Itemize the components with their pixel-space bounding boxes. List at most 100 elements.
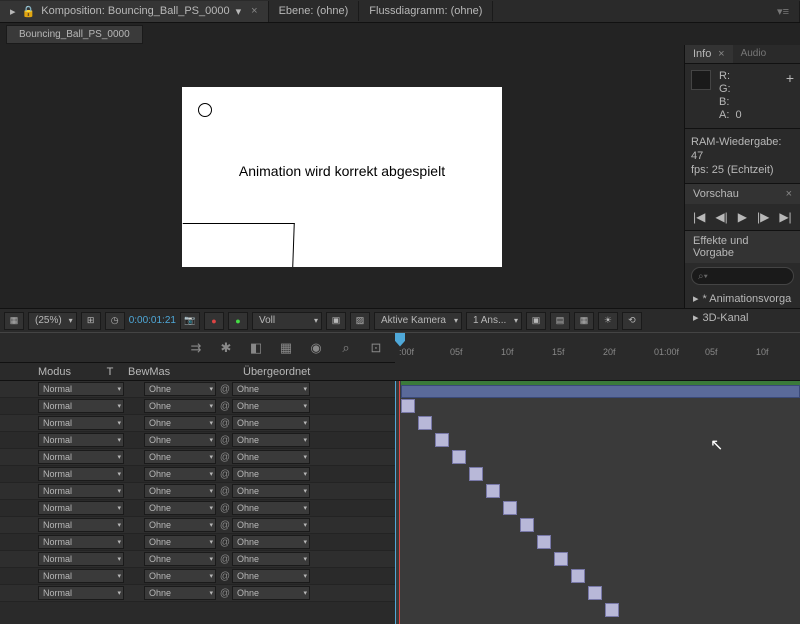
layer-bar[interactable] xyxy=(554,552,568,566)
mode-dropdown[interactable]: Normal xyxy=(38,535,124,549)
layer-row[interactable]: Normal Ohne@Ohne xyxy=(0,449,395,466)
timecode-display[interactable]: 0:00:01:21 xyxy=(129,315,176,326)
composition-viewer[interactable]: Animation wird korrekt abgespielt xyxy=(0,45,684,308)
parent-dropdown[interactable]: Ohne xyxy=(232,382,310,396)
parent-dropdown[interactable]: Ohne xyxy=(232,450,310,464)
parent-dropdown[interactable]: Ohne xyxy=(232,433,310,447)
pickwhip-icon[interactable]: @ xyxy=(218,384,232,395)
shy-icon[interactable]: ◧ xyxy=(245,338,267,358)
pickwhip-icon[interactable]: @ xyxy=(218,418,232,429)
parent-dropdown[interactable]: Ohne xyxy=(232,501,310,515)
mode-dropdown[interactable]: Normal xyxy=(38,450,124,464)
pickwhip-icon[interactable]: @ xyxy=(218,469,232,480)
trackmatte-dropdown[interactable]: Ohne xyxy=(144,450,216,464)
last-frame-icon[interactable]: ▶| xyxy=(779,210,791,224)
layer-bar[interactable] xyxy=(452,450,466,464)
channel-icon[interactable]: ● xyxy=(204,312,224,330)
layer-bar[interactable] xyxy=(469,467,483,481)
effects-search[interactable]: ⌕▾ xyxy=(691,267,794,285)
layer-bar[interactable] xyxy=(605,603,619,617)
mode-dropdown[interactable]: Normal xyxy=(38,416,124,430)
parent-dropdown[interactable]: Ohne xyxy=(232,484,310,498)
layer-row[interactable]: NormalOhne@Ohne xyxy=(0,483,395,500)
trackmatte-dropdown[interactable]: Ohne xyxy=(144,382,216,396)
panel-menu-icon[interactable]: ▾≡ xyxy=(767,1,800,22)
switch-icon[interactable]: ⊡ xyxy=(365,338,387,358)
fx-icon[interactable]: ◉ xyxy=(305,338,327,358)
trackmatte-dropdown[interactable]: Ohne xyxy=(144,518,216,532)
views-dropdown[interactable]: 1 Ans... xyxy=(466,312,522,330)
transparency-icon[interactable]: ▨ xyxy=(350,312,370,330)
file-tab[interactable]: Bouncing_Ball_PS_0000 xyxy=(6,25,143,44)
tab-info[interactable]: Info × xyxy=(685,45,733,63)
toggle-icon[interactable]: ▦ xyxy=(574,312,594,330)
layer-bar[interactable] xyxy=(503,501,517,515)
trackmatte-dropdown[interactable]: Ohne xyxy=(144,552,216,566)
camera-dropdown[interactable]: Aktive Kamera xyxy=(374,312,462,330)
layer-row[interactable]: Normal Ohne@Ohne xyxy=(0,432,395,449)
search-icon[interactable]: ⌕ xyxy=(335,338,357,358)
pickwhip-icon[interactable]: @ xyxy=(218,503,232,514)
pickwhip-icon[interactable]: @ xyxy=(218,554,232,565)
parent-dropdown[interactable]: Ohne xyxy=(232,399,310,413)
pickwhip-icon[interactable]: @ xyxy=(218,435,232,446)
parent-dropdown[interactable]: Ohne xyxy=(232,552,310,566)
pickwhip-icon[interactable]: @ xyxy=(218,452,232,463)
mode-dropdown[interactable]: Normal xyxy=(38,467,124,481)
dropdown-icon[interactable]: ▾ xyxy=(236,5,242,18)
layer-bar[interactable] xyxy=(537,535,551,549)
layer-bar[interactable] xyxy=(486,484,500,498)
mode-dropdown[interactable]: Normal xyxy=(38,569,124,583)
region-icon[interactable]: ▣ xyxy=(326,312,346,330)
graph-icon[interactable]: ⇉ xyxy=(185,338,207,358)
layer-row[interactable]: Normal Ohne@Ohne xyxy=(0,381,395,398)
layer-bar[interactable] xyxy=(418,416,432,430)
trackmatte-dropdown[interactable]: Ohne xyxy=(144,501,216,515)
parent-dropdown[interactable]: Ohne xyxy=(232,416,310,430)
layer-row[interactable]: NormalOhne@Ohne xyxy=(0,517,395,534)
exposure-icon[interactable]: ☀ xyxy=(598,312,618,330)
trackmatte-dropdown[interactable]: Ohne xyxy=(144,569,216,583)
parent-dropdown[interactable]: Ohne xyxy=(232,569,310,583)
col-modus[interactable]: Modus xyxy=(0,366,100,378)
toggle-icon[interactable]: ▤ xyxy=(550,312,570,330)
layer-row[interactable]: NormalOhne@Ohne xyxy=(0,415,395,432)
time-ruler[interactable]: :00f05f10f15f20f01:00f05f10f xyxy=(395,333,800,363)
mode-dropdown[interactable]: Normal xyxy=(38,501,124,515)
timecode-icon[interactable]: ◷ xyxy=(105,312,125,330)
mode-dropdown[interactable]: Normal xyxy=(38,399,124,413)
zoom-dropdown[interactable]: (25%) xyxy=(28,312,77,330)
tab-flowchart[interactable]: Flussdiagramm: (ohne) xyxy=(359,1,493,21)
first-frame-icon[interactable]: |◀ xyxy=(693,210,705,224)
next-frame-icon[interactable]: |▶ xyxy=(757,210,769,224)
pickwhip-icon[interactable]: @ xyxy=(218,486,232,497)
layer-row[interactable]: Normal Ohne@Ohne xyxy=(0,551,395,568)
sun-icon[interactable]: ✱ xyxy=(215,338,237,358)
lock-icon[interactable]: 🔒 xyxy=(22,5,36,18)
trackmatte-dropdown[interactable]: Ohne xyxy=(144,484,216,498)
close-icon[interactable]: × xyxy=(718,48,724,60)
quality-dropdown[interactable]: Voll xyxy=(252,312,322,330)
col-t[interactable]: T xyxy=(100,366,120,378)
prev-frame-icon[interactable]: ◀| xyxy=(715,210,727,224)
tab-composition[interactable]: ▸ 🔒 Komposition: Bouncing_Ball_PS_0000 ▾… xyxy=(0,1,269,22)
mode-dropdown[interactable]: Normal xyxy=(38,586,124,600)
tab-audio[interactable]: Audio xyxy=(733,45,775,63)
mode-dropdown[interactable]: Normal xyxy=(38,518,124,532)
blur-icon[interactable]: ▦ xyxy=(275,338,297,358)
tree-item-3d[interactable]: ▸3D-Kanal xyxy=(685,308,800,327)
pickwhip-icon[interactable]: @ xyxy=(218,401,232,412)
close-icon[interactable]: × xyxy=(251,5,257,17)
layer-row[interactable]: NormalOhne@Ohne xyxy=(0,398,395,415)
mode-dropdown[interactable]: Normal xyxy=(38,433,124,447)
col-parent[interactable]: Übergeordnet xyxy=(235,366,345,378)
refresh-icon[interactable]: ⟲ xyxy=(622,312,642,330)
tab-layer[interactable]: Ebene: (ohne) xyxy=(269,1,360,21)
layer-bar[interactable] xyxy=(588,586,602,600)
composition-bar[interactable] xyxy=(401,385,800,398)
layer-bar[interactable] xyxy=(401,399,415,413)
trackmatte-dropdown[interactable]: Ohne xyxy=(144,433,216,447)
mode-dropdown[interactable]: Normal xyxy=(38,382,124,396)
mode-dropdown[interactable]: Normal xyxy=(38,552,124,566)
tree-item-presets[interactable]: ▸* Animationsvorga xyxy=(685,289,800,308)
